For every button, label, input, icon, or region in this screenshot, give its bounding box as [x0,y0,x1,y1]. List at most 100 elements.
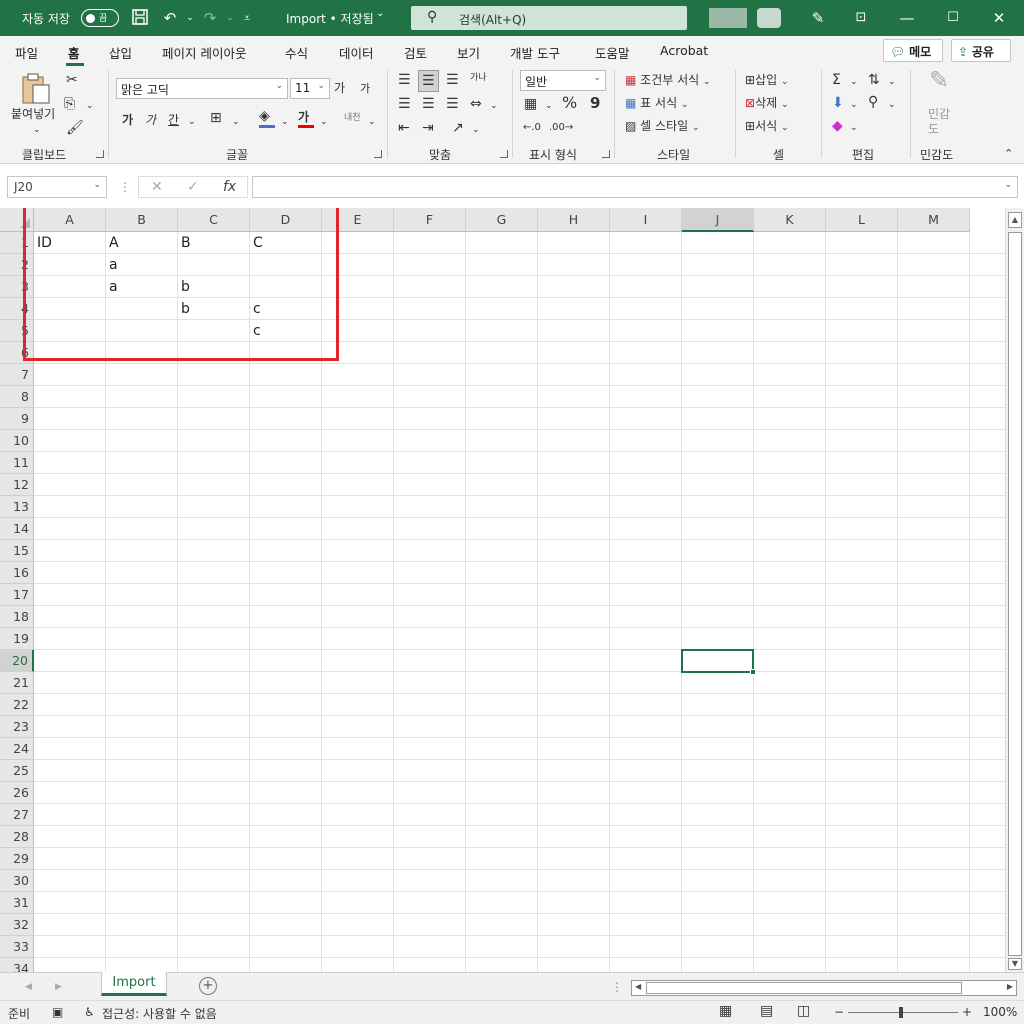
zoom-slider-thumb[interactable] [899,1007,903,1018]
merge-dropdown-icon[interactable]: ⌄ [490,98,498,114]
increase-decimal-icon[interactable]: ←.0 [523,120,541,136]
grow-font-icon[interactable]: 가 [334,80,345,96]
row-header-7[interactable]: 7 [0,364,34,386]
decrease-indent-icon[interactable]: ⇤ [398,120,410,136]
zoom-slider[interactable] [848,1007,958,1018]
tab-developer[interactable]: 개발 도구 [510,43,560,62]
page-layout-view-icon[interactable]: ▤ [760,1003,773,1019]
number-launcher-icon[interactable] [602,150,610,158]
row-header-6[interactable]: 6 [0,342,34,364]
name-box[interactable]: J20 ⌄ [7,176,107,198]
tab-data[interactable]: 데이터 [339,43,374,62]
accessibility-status[interactable]: 접근성: 사용할 수 없음 [102,1005,217,1022]
share-button[interactable]: ⇪ 공유 [951,39,1011,62]
column-header-l[interactable]: L [826,208,898,232]
scroll-right-icon[interactable]: ▶ [1007,982,1013,991]
formula-input[interactable]: ⌄ [252,176,1018,198]
clipboard-launcher-icon[interactable] [96,150,104,158]
row-header-12[interactable]: 12 [0,474,34,496]
tab-file[interactable]: 파일 [15,43,38,62]
clear-icon[interactable]: ◆ [832,118,843,134]
copy-dropdown-icon[interactable]: ⌄ [86,98,94,114]
column-header-f[interactable]: F [394,208,466,232]
autosave-toggle[interactable]: 끔 [81,9,119,27]
row-header-20[interactable]: 20 [0,650,34,672]
next-sheet-icon[interactable]: ▶ [55,979,62,995]
tab-page-layout[interactable]: 페이지 레이아웃 [162,43,246,62]
italic-icon[interactable]: 가 [145,112,156,128]
insert-cells-button[interactable]: ⊞삽입 ⌄ [745,72,789,90]
row-header-10[interactable]: 10 [0,430,34,452]
row-header-27[interactable]: 27 [0,804,34,826]
sensitivity-label-line2[interactable]: 도 [928,121,939,137]
fill-color-icon[interactable]: ◈ [259,108,275,128]
row-header-21[interactable]: 21 [0,672,34,694]
row-header-15[interactable]: 15 [0,540,34,562]
row-header-28[interactable]: 28 [0,826,34,848]
row-header-30[interactable]: 30 [0,870,34,892]
undo-dropdown-icon[interactable]: ⌄ [180,8,200,28]
column-header-a[interactable]: A [34,208,106,232]
row-header-34[interactable]: 34 [0,958,34,972]
align-top-icon[interactable]: ☰ [398,72,411,88]
copy-icon[interactable]: ⎘ [64,96,75,112]
cell-styles-button[interactable]: ▨ 셀 스타일 ⌄ [625,118,700,136]
row-header-11[interactable]: 11 [0,452,34,474]
horizontal-scroll-thumb[interactable] [646,982,962,994]
clear-dropdown-icon[interactable]: ⌄ [850,120,858,136]
row-header-5[interactable]: 5 [0,320,34,342]
row-header-3[interactable]: 3 [0,276,34,298]
row-header-31[interactable]: 31 [0,892,34,914]
sensitivity-label-line1[interactable]: 민감 [928,106,950,122]
normal-view-icon[interactable]: ▦ [719,1003,732,1019]
format-cells-button[interactable]: ⊞서식 ⌄ [745,118,789,136]
tab-acrobat[interactable]: Acrobat [660,43,708,58]
comma-icon[interactable]: 9 [590,95,600,111]
column-header-e[interactable]: E [322,208,394,232]
font-launcher-icon[interactable] [374,150,382,158]
maximize-icon[interactable]: ☐ [943,8,963,28]
row-header-26[interactable]: 26 [0,782,34,804]
cell-d1[interactable]: C [250,232,322,254]
undo-icon[interactable]: ↶ [160,8,180,28]
cell-b2[interactable]: a [106,254,178,276]
format-painter-icon[interactable]: 🖌︎ [66,120,84,136]
row-header-25[interactable]: 25 [0,760,34,782]
bold-icon[interactable]: 가 [122,112,133,128]
row-header-2[interactable]: 2 [0,254,34,276]
cell-b3[interactable]: a [106,276,178,298]
collapse-ribbon-icon[interactable]: ⌃ [1004,146,1013,162]
enter-icon[interactable]: ✓ [187,179,199,195]
cell-c4[interactable]: b [178,298,250,320]
pen-icon[interactable]: ✎ [808,8,828,28]
column-header-h[interactable]: H [538,208,610,232]
tab-insert[interactable]: 삽입 [109,43,132,62]
column-header-c[interactable]: C [178,208,250,232]
row-header-4[interactable]: 4 [0,298,34,320]
spreadsheet-grid[interactable]: ABCDEFGHIJKLM 1 2 3 4 5 6 7 8 9 10 11 12 13 14 15 16 17 1… [0,208,1008,972]
vertical-scroll-thumb[interactable] [1008,232,1022,956]
column-header-m[interactable]: M [898,208,970,232]
sort-dropdown-icon[interactable]: ⌄ [888,74,896,90]
row-header-16[interactable]: 16 [0,562,34,584]
percent-icon[interactable]: % [562,95,577,111]
format-as-table-button[interactable]: ▦ 표 서식 ⌄ [625,95,688,113]
zoom-level[interactable]: 100% [983,1005,1017,1019]
fill-handle[interactable] [750,669,756,675]
decrease-decimal-icon[interactable]: .00→ [549,120,573,136]
active-cell[interactable] [681,649,756,675]
cell-c1[interactable]: B [178,232,250,254]
font-color-icon[interactable]: 가 [298,109,314,128]
save-icon[interactable] [130,8,150,28]
customize-qat-icon[interactable]: ⩡ [237,8,257,28]
fill-icon[interactable]: ⬇ [832,95,844,111]
sort-filter-icon[interactable]: ⇅ [868,72,880,88]
underline-dropdown-icon[interactable]: ⌄ [188,114,196,130]
macro-record-icon[interactable]: ▣ [52,1005,63,1019]
cell-c3[interactable]: b [178,276,250,298]
column-header-g[interactable]: G [466,208,538,232]
zoom-in-icon[interactable]: + [962,1005,972,1019]
insert-function-icon[interactable]: fx [223,179,236,195]
row-header-29[interactable]: 29 [0,848,34,870]
alignment-launcher-icon[interactable] [500,150,508,158]
